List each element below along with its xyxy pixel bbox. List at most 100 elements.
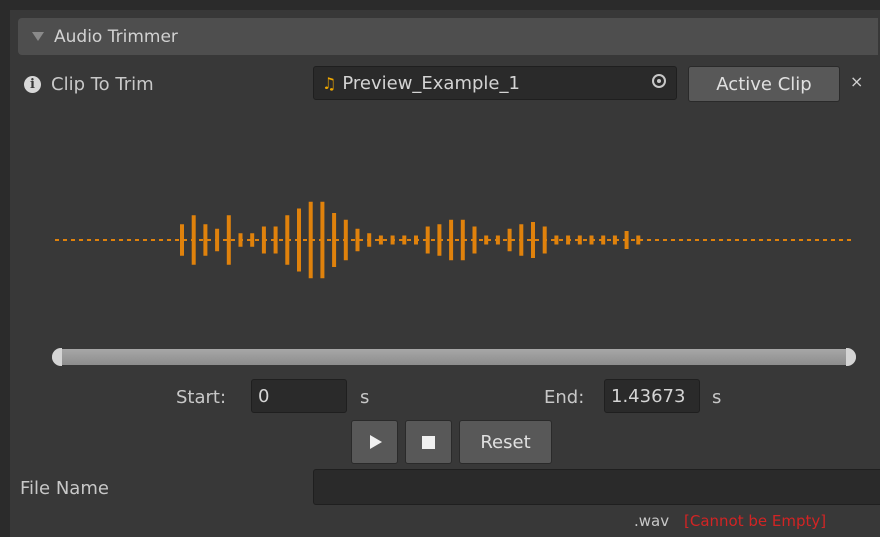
collapse-triangle-icon[interactable] bbox=[32, 32, 44, 41]
waveform-baseline-dot bbox=[119, 239, 123, 241]
waveform-baseline-dot bbox=[727, 239, 731, 241]
waveform-baseline-dot bbox=[847, 239, 851, 241]
clip-object-field[interactable]: ♫ Preview_Example_1 bbox=[313, 66, 677, 100]
waveform-bar bbox=[495, 235, 500, 245]
waveform-baseline-dot bbox=[223, 239, 227, 241]
waveform-bar bbox=[378, 235, 383, 245]
waveform-baseline-dot bbox=[679, 239, 683, 241]
waveform-bar bbox=[624, 231, 629, 249]
waveform-baseline-dot bbox=[351, 239, 355, 241]
start-input[interactable]: 0 bbox=[251, 379, 347, 413]
waveform-baseline-dot bbox=[535, 239, 539, 241]
start-label: Start: bbox=[176, 387, 227, 408]
waveform-baseline-dot bbox=[791, 239, 795, 241]
waveform-bar bbox=[612, 235, 617, 245]
file-name-label: File Name bbox=[20, 478, 109, 499]
waveform-bar bbox=[472, 226, 477, 254]
waveform-baseline-dot bbox=[671, 239, 675, 241]
waveform-baseline-dot bbox=[503, 239, 507, 241]
waveform-baseline-dot bbox=[839, 239, 843, 241]
waveform-baseline-dot bbox=[383, 239, 387, 241]
stop-icon bbox=[422, 435, 435, 449]
waveform-baseline-dot bbox=[151, 239, 155, 241]
waveform-display bbox=[55, 201, 851, 279]
waveform-baseline-dot bbox=[79, 239, 83, 241]
waveform-baseline-dot bbox=[71, 239, 75, 241]
waveform-baseline-dot bbox=[631, 239, 635, 241]
waveform-baseline-dot bbox=[695, 239, 699, 241]
waveform-baseline-dot bbox=[583, 239, 587, 241]
active-clip-button[interactable]: Active Clip bbox=[688, 66, 840, 102]
file-extension: .wav bbox=[634, 512, 670, 530]
clip-to-trim-label: Clip To Trim bbox=[51, 74, 154, 95]
waveform-bar bbox=[285, 215, 290, 265]
play-icon bbox=[370, 435, 382, 449]
waveform-baseline-dot bbox=[703, 239, 707, 241]
end-handle[interactable] bbox=[846, 348, 856, 366]
waveform-baseline-dot bbox=[407, 239, 411, 241]
waveform-bar bbox=[507, 228, 512, 252]
waveform-baseline-dot bbox=[719, 239, 723, 241]
audio-trimmer-panel: Audio Trimmer i Clip To Trim ♫ Preview_E… bbox=[0, 0, 880, 537]
waveform-baseline-dot bbox=[607, 239, 611, 241]
waveform-bar bbox=[414, 235, 418, 245]
panel-title: Audio Trimmer bbox=[54, 26, 178, 47]
trim-range-slider[interactable] bbox=[52, 348, 856, 366]
waveform-baseline-dot bbox=[87, 239, 91, 241]
left-border bbox=[0, 0, 10, 537]
waveform-baseline-dot bbox=[303, 239, 307, 241]
waveform-bar bbox=[460, 219, 465, 261]
waveform-baseline-dot bbox=[655, 239, 659, 241]
waveform-baseline-dot bbox=[823, 239, 827, 241]
end-input[interactable]: 1.43673 bbox=[604, 379, 700, 413]
waveform-bar bbox=[437, 224, 442, 256]
panel-header[interactable]: Audio Trimmer bbox=[18, 18, 878, 55]
clear-clip-icon[interactable]: × bbox=[850, 72, 863, 91]
waveform-baseline-dot bbox=[831, 239, 835, 241]
waveform-baseline-dot bbox=[527, 239, 531, 241]
end-unit: s bbox=[712, 387, 722, 408]
slider-track[interactable] bbox=[52, 349, 856, 365]
info-icon: i bbox=[24, 76, 41, 93]
file-name-error: [Cannot be Empty] bbox=[684, 512, 827, 530]
waveform-baseline-dot bbox=[231, 239, 235, 241]
waveform-baseline-dot bbox=[663, 239, 667, 241]
waveform-bar bbox=[589, 235, 594, 245]
waveform-bar bbox=[425, 226, 430, 254]
waveform-baseline-dot bbox=[815, 239, 819, 241]
play-button[interactable] bbox=[351, 420, 398, 464]
waveform-baseline-dot bbox=[167, 239, 171, 241]
waveform-bar bbox=[273, 226, 278, 254]
waveform-bar bbox=[636, 235, 641, 245]
waveform-bar bbox=[297, 208, 301, 272]
waveform-baseline-dot bbox=[711, 239, 715, 241]
waveform-baseline-dot bbox=[279, 239, 283, 241]
waveform-baseline-dot bbox=[751, 239, 755, 241]
waveform-baseline-dot bbox=[103, 239, 107, 241]
start-handle[interactable] bbox=[52, 348, 62, 366]
reset-button[interactable]: Reset bbox=[459, 420, 552, 464]
waveform-bar bbox=[332, 213, 337, 267]
waveform-baseline-dot bbox=[95, 239, 99, 241]
waveform-baseline-dot bbox=[255, 239, 259, 241]
waveform-baseline-dot bbox=[327, 239, 331, 241]
file-name-input[interactable] bbox=[313, 469, 880, 505]
clip-row: i Clip To Trim bbox=[24, 74, 154, 95]
waveform-bar bbox=[215, 228, 220, 252]
waveform-baseline-dot bbox=[767, 239, 771, 241]
waveform-bar bbox=[308, 201, 313, 279]
waveform-baseline-dot bbox=[375, 239, 379, 241]
audio-clip-icon: ♫ bbox=[322, 73, 337, 93]
waveform-baseline-dot bbox=[127, 239, 131, 241]
waveform-baseline-dot bbox=[111, 239, 115, 241]
stop-button[interactable] bbox=[405, 420, 452, 464]
waveform-baseline-dot bbox=[55, 239, 59, 241]
waveform-baseline-dot bbox=[759, 239, 763, 241]
waveform-baseline-dot bbox=[63, 239, 67, 241]
object-picker-icon[interactable] bbox=[652, 74, 666, 88]
waveform-baseline-dot bbox=[799, 239, 803, 241]
waveform-baseline-dot bbox=[159, 239, 163, 241]
waveform-baseline-dot bbox=[559, 239, 563, 241]
waveform-bar bbox=[566, 235, 571, 245]
waveform-baseline-dot bbox=[199, 239, 203, 241]
